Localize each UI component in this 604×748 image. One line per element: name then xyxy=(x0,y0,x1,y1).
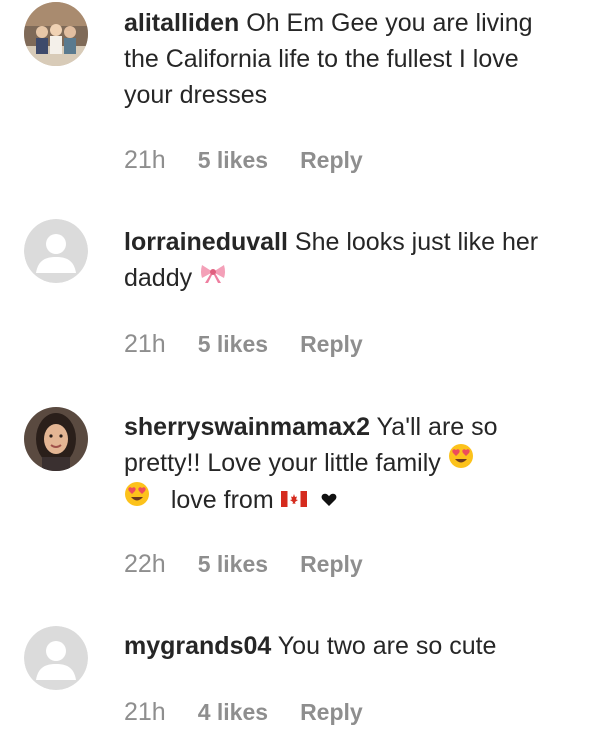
heart-eyes-emoji-icon xyxy=(124,481,150,517)
avatar[interactable] xyxy=(24,626,88,690)
comment-meta: 21h 5 likes Reply xyxy=(124,330,363,359)
comment-username[interactable]: mygrands04 xyxy=(124,632,271,660)
comment-username[interactable]: lorraineduvall xyxy=(124,228,288,256)
default-avatar-icon xyxy=(24,626,88,690)
reply-button[interactable]: Reply xyxy=(300,699,363,726)
heart-eyes-emoji-icon xyxy=(448,443,474,479)
reply-button[interactable]: Reply xyxy=(300,551,363,578)
reply-button[interactable]: Reply xyxy=(300,331,363,358)
comment-text: You two are so cute xyxy=(277,632,497,660)
comment-body: lorraineduvall She looks just like her d… xyxy=(124,224,574,297)
comment-time[interactable]: 21h xyxy=(124,698,166,727)
avatar[interactable] xyxy=(24,219,88,283)
comment-likes[interactable]: 4 likes xyxy=(198,699,268,726)
default-avatar-icon xyxy=(24,219,88,283)
comment-body: alitalliden Oh Em Gee you are living the… xyxy=(124,5,574,113)
avatar-photo-image xyxy=(24,407,88,471)
comment-time[interactable]: 21h xyxy=(124,146,166,175)
comment-likes[interactable]: 5 likes xyxy=(198,331,268,358)
comment-text: love from xyxy=(170,486,274,515)
comment-username[interactable]: alitalliden xyxy=(124,9,239,37)
black-heart-icon xyxy=(321,481,337,517)
comment-likes[interactable]: 5 likes xyxy=(198,551,268,578)
avatar[interactable] xyxy=(24,407,88,471)
reply-button[interactable]: Reply xyxy=(300,147,363,174)
avatar-photo-image xyxy=(24,2,88,66)
canada-flag-emoji-icon xyxy=(280,481,307,517)
comment-time[interactable]: 22h xyxy=(124,550,166,579)
comment-meta: 21h 4 likes Reply xyxy=(124,698,363,727)
comment-body: mygrands04 You two are so cute xyxy=(124,628,574,664)
comment-body: sherryswainmamax2 Ya'll are so pretty!! … xyxy=(124,409,574,520)
comment-likes[interactable]: 5 likes xyxy=(198,147,268,174)
comment-meta: 21h 5 likes Reply xyxy=(124,146,363,175)
avatar[interactable] xyxy=(24,2,88,66)
comment-meta: 22h 5 likes Reply xyxy=(124,550,363,579)
comment-time[interactable]: 21h xyxy=(124,330,166,359)
ribbon-emoji-icon xyxy=(199,258,227,294)
comment-username[interactable]: sherryswainmamax2 xyxy=(124,413,370,441)
